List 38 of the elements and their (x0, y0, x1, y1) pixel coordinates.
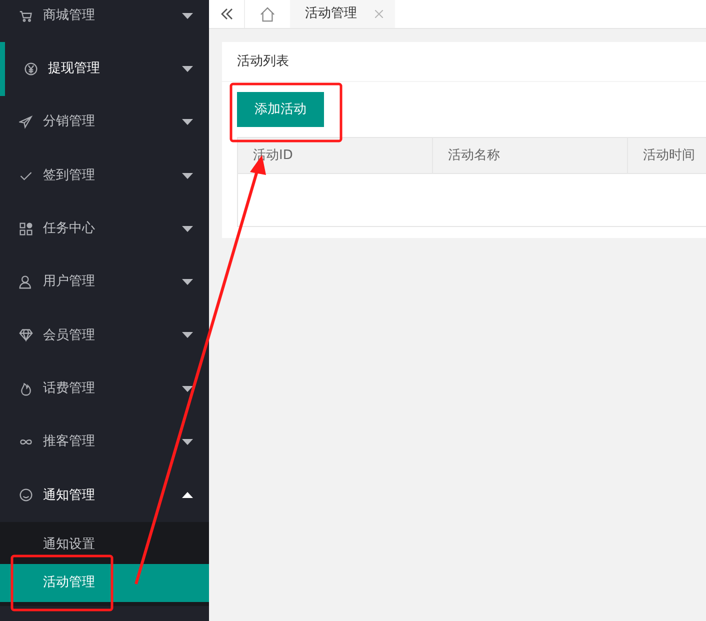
flame-icon (19, 382, 33, 396)
sidebar-item[interactable]: 通知管理 (0, 468, 209, 522)
submenu-item[interactable]: 活动管理 (0, 564, 209, 602)
caret-down-icon (182, 332, 193, 338)
caret-down-icon (182, 279, 193, 286)
caret-down-icon (182, 12, 193, 19)
submenu-item[interactable]: 通知设置 (0, 526, 209, 564)
sidebar-item[interactable]: 提现管理 (0, 42, 209, 96)
caret-down-icon (182, 386, 193, 392)
caret-down-icon (182, 66, 193, 72)
sidebar-item[interactable]: 用户管理 (0, 255, 209, 309)
diamond-icon (19, 328, 33, 342)
sidebar-item[interactable]: 商城管理 (0, 0, 209, 42)
double-chevron-left-icon (220, 7, 234, 21)
column-header: 活动名称 (433, 138, 628, 173)
yen-icon (24, 62, 38, 76)
paper-plane-icon (19, 115, 33, 130)
user-icon (19, 275, 33, 290)
cart-icon (19, 8, 33, 23)
card-title: 活动列表 (222, 42, 706, 82)
caret-down-icon (182, 119, 193, 126)
apps-icon (19, 222, 33, 236)
caret-down-icon (182, 226, 193, 232)
add-button[interactable]: 添加活动 (237, 92, 324, 127)
sidebar-item[interactable]: 签到管理 (0, 148, 209, 202)
page-tab[interactable]: 活动管理 (290, 0, 395, 28)
caret-up-icon (182, 492, 193, 498)
sidebar-item[interactable]: 话费管理 (0, 362, 209, 416)
sidebar-item[interactable]: 分销管理 (0, 96, 209, 149)
caret-down-icon (182, 439, 193, 446)
home-icon (260, 6, 275, 22)
sidebar-item[interactable]: 任务中心 (0, 202, 209, 256)
sidebar-item[interactable]: 推客管理 (0, 415, 209, 469)
smile-icon (19, 488, 33, 502)
sidebar-item[interactable]: 会员管理 (0, 308, 209, 362)
close-icon[interactable] (375, 10, 383, 18)
column-header: 活动时间 (628, 138, 706, 173)
caret-down-icon (182, 172, 193, 179)
